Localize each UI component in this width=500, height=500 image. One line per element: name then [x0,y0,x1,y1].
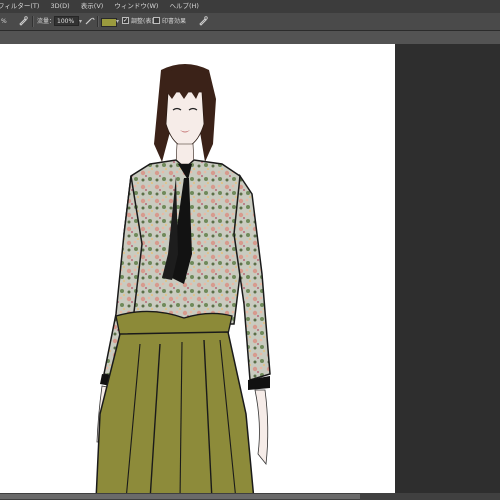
color-swatch[interactable] [101,18,117,27]
opacity-percent-label: % [1,18,7,25]
options-separator [97,16,99,27]
flow-field[interactable]: 100% [54,16,79,26]
menu-help[interactable]: ヘルプ(H) [169,0,198,13]
horizontal-scrollbar[interactable] [0,493,500,500]
sample-checkbox[interactable]: ✓ [122,17,129,24]
flow-label: 流量： [37,18,56,25]
tablet-pressure-icon[interactable] [198,16,208,26]
flow-dropdown-arrow-icon[interactable]: ▾ [79,16,82,27]
toolbar-divider [0,30,500,31]
document-canvas[interactable] [0,44,395,500]
swatch-dropdown-arrow-icon[interactable]: ▾ [116,16,119,27]
menu-filter[interactable]: フィルター(T) [0,0,39,13]
menu-3d[interactable]: 3D(D) [51,0,70,13]
menu-view[interactable]: 表示(V) [81,0,104,13]
options-bar: % 流量： 100% ▾ ▾ ✓ 調整(表) 印書効果 [0,13,500,30]
pressure-label: 印書効果 [162,18,187,25]
menu-bar: フィルター(T) 3D(D) 表示(V) ウィンドウ(W) ヘルプ(H) [0,0,500,13]
airbrush-icon[interactable] [85,16,95,26]
menu-window[interactable]: ウィンドウ(W) [114,0,158,13]
fashion-illustration [95,64,271,500]
pressure-checkbox[interactable] [153,17,160,24]
brush-pressure-icon[interactable] [18,16,28,26]
pasteboard-area [395,44,500,500]
options-separator [32,16,34,27]
scrollbar-thumb[interactable] [0,494,360,499]
sample-label: 調整(表) [131,18,154,25]
